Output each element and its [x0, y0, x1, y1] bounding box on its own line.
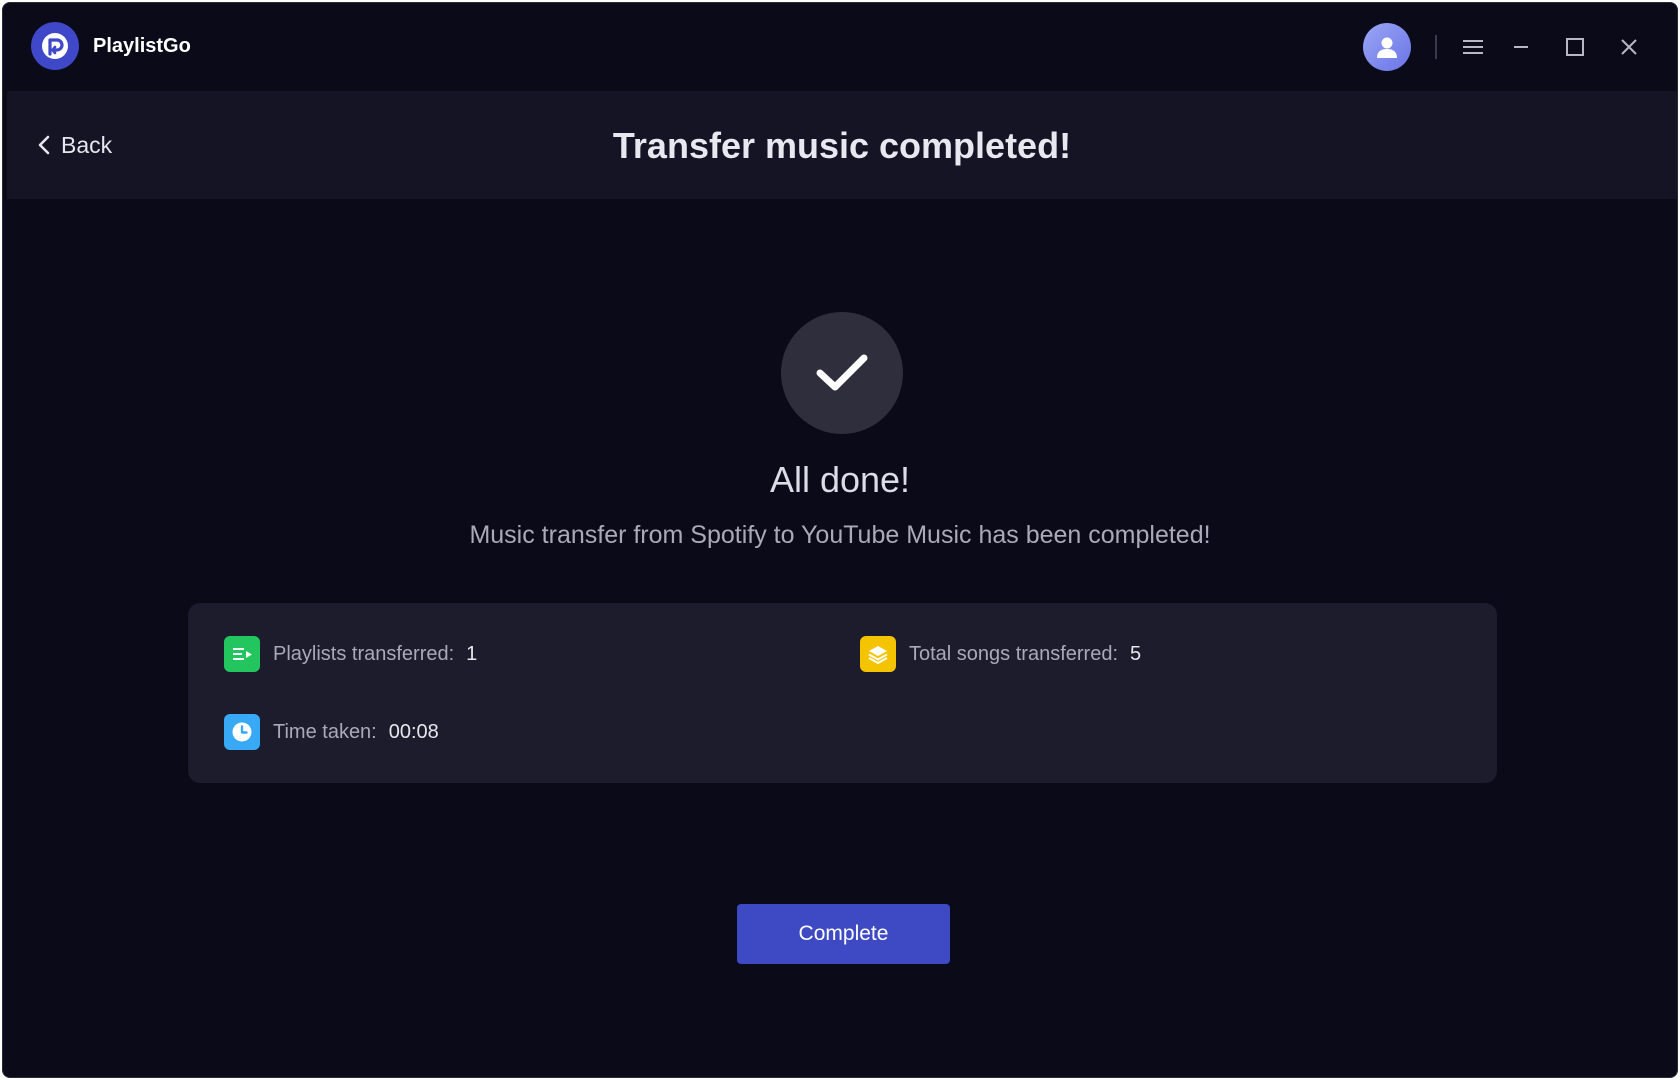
- titlebar-divider: [1435, 35, 1437, 59]
- clock-icon: [224, 714, 260, 750]
- transfer-stats-card: Playlists transferred: 1 Total songs tra…: [188, 603, 1497, 783]
- time-value: 00:08: [388, 720, 439, 743]
- maximize-icon: [1566, 38, 1584, 56]
- title-bar: PlaylistGo: [3, 3, 1677, 91]
- close-icon: [1621, 39, 1637, 55]
- menu-icon: [1463, 40, 1483, 54]
- stat-time: Time taken: 00:08: [224, 714, 439, 750]
- maximize-button[interactable]: [1555, 27, 1595, 67]
- songs-value: 5: [1130, 642, 1142, 665]
- app-window: PlaylistGo Back Transfer music completed…: [2, 2, 1678, 1078]
- success-badge: [781, 312, 903, 434]
- minimize-button[interactable]: [1501, 27, 1541, 67]
- playlist-icon: [224, 636, 260, 672]
- app-name: PlaylistGo: [93, 35, 191, 57]
- stat-songs: Total songs transferred: 5: [860, 636, 1141, 672]
- menu-button[interactable]: [1453, 27, 1493, 67]
- done-heading: All done!: [769, 459, 911, 500]
- stat-playlists: Playlists transferred: 1: [224, 636, 477, 672]
- checkmark-icon: [816, 354, 868, 391]
- playlists-label: Playlists transferred:: [273, 642, 455, 665]
- playlists-value: 1: [466, 642, 478, 665]
- minimize-icon: [1514, 46, 1528, 48]
- done-message: Music transfer from Spotify to YouTube M…: [469, 521, 1211, 549]
- complete-button[interactable]: Complete: [737, 904, 950, 964]
- playlistgo-logo-icon: [31, 22, 79, 70]
- time-label: Time taken:: [273, 720, 377, 743]
- page-header: Back Transfer music completed!: [7, 91, 1677, 199]
- user-avatar-icon[interactable]: [1363, 23, 1411, 71]
- stack-icon: [860, 636, 896, 672]
- page-title: Transfer music completed!: [612, 125, 1072, 166]
- songs-label: Total songs transferred:: [909, 642, 1118, 665]
- close-button[interactable]: [1609, 27, 1649, 67]
